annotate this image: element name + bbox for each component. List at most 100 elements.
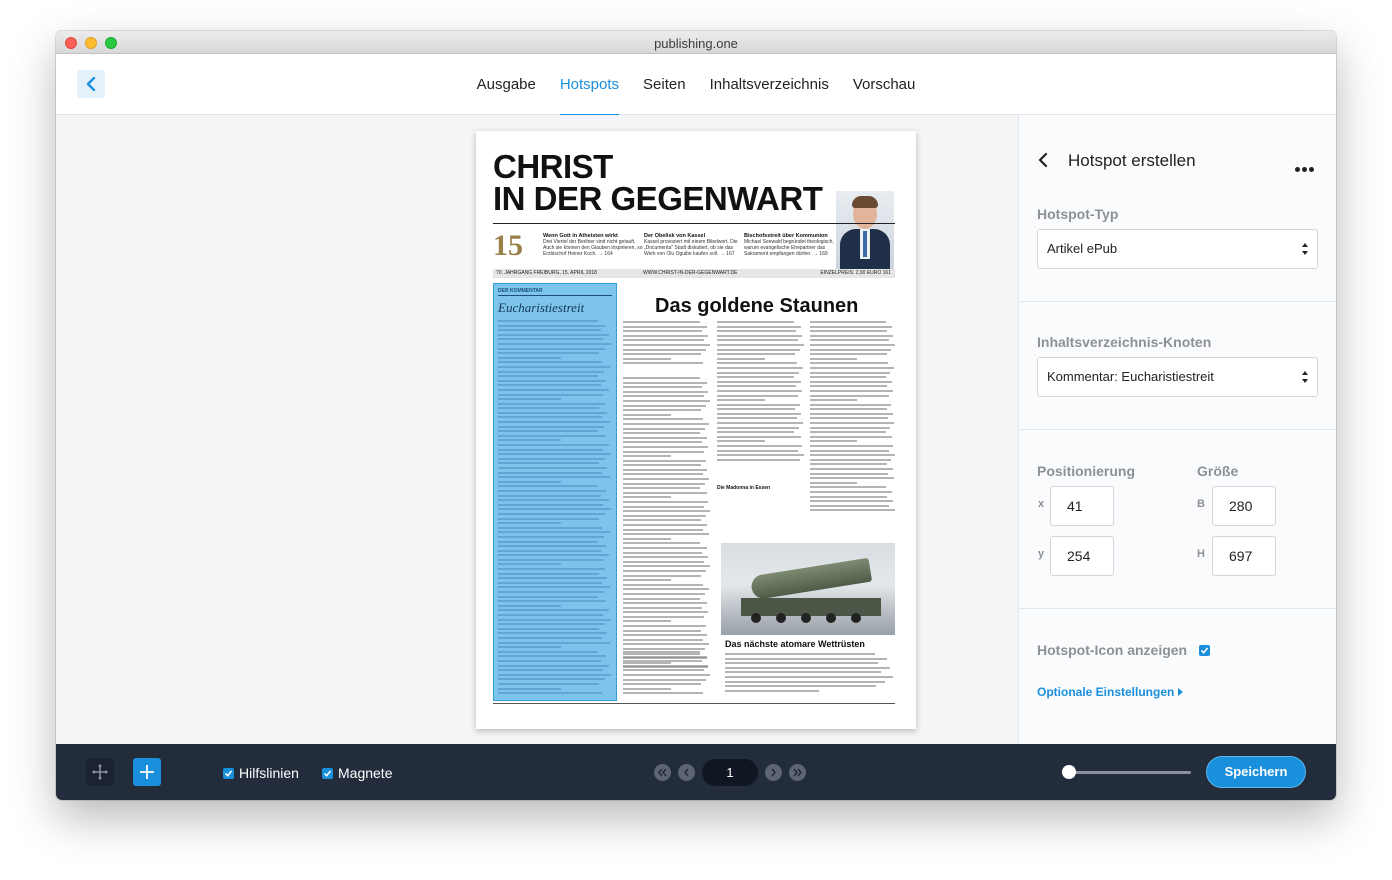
optional-settings-link[interactable]: Optionale Einstellungen — [1037, 685, 1184, 699]
text-line — [717, 403, 800, 406]
text-line — [498, 535, 605, 538]
text-line — [498, 421, 610, 424]
text-line — [623, 524, 708, 526]
last-page-button[interactable] — [789, 764, 806, 781]
text-line — [623, 615, 704, 618]
zoom-slider-handle[interactable] — [1062, 765, 1076, 779]
text-line — [498, 650, 599, 653]
text-line — [498, 646, 561, 649]
magnets-toggle[interactable]: Magnete — [322, 765, 392, 781]
text-line — [717, 394, 798, 397]
size-width-input[interactable]: 280 — [1212, 486, 1276, 526]
caret-right-icon — [1178, 688, 1184, 696]
toc-node-select[interactable]: Kommentar: Eucharistiestreit — [1037, 357, 1318, 397]
tab-ausgabe[interactable]: Ausgabe — [465, 54, 548, 115]
text-line — [623, 441, 703, 444]
text-line — [498, 664, 609, 667]
text-line — [810, 440, 858, 443]
newspaper-page[interactable]: CHRIST IN DER GEGENWART 15 Wenn Gott in … — [476, 131, 916, 729]
article-lead — [623, 321, 711, 373]
show-icon-checkbox[interactable] — [1199, 645, 1210, 656]
text-line — [498, 641, 610, 644]
text-line — [623, 501, 709, 504]
text-line — [623, 357, 672, 360]
chevron-left-icon[interactable] — [1037, 152, 1049, 168]
add-hotspot-button[interactable] — [133, 758, 161, 786]
tab-hotspots[interactable]: Hotspots — [548, 54, 631, 116]
size-height-input[interactable]: 697 — [1212, 536, 1276, 576]
text-line — [623, 487, 701, 490]
text-line — [498, 531, 610, 534]
panel-title: Hotspot erstellen — [1068, 151, 1196, 170]
text-line — [498, 512, 606, 515]
text-line — [717, 449, 798, 452]
position-y-input[interactable]: 254 — [1050, 536, 1114, 576]
next-page-button[interactable] — [765, 764, 782, 781]
top-navigation: Ausgabe Hotspots Seiten Inhaltsverzeichn… — [56, 54, 1336, 116]
b-label: B — [1197, 498, 1205, 510]
text-line — [498, 669, 603, 672]
text-line — [498, 568, 606, 571]
text-line — [498, 591, 605, 594]
guides-checkbox[interactable] — [223, 768, 234, 779]
text-line — [623, 491, 707, 494]
magnets-checkbox[interactable] — [322, 768, 333, 779]
text-line — [498, 476, 610, 479]
text-line — [498, 407, 600, 410]
teaser-3[interactable]: Bischofsstreit über Kommunion Michael Se… — [744, 233, 834, 257]
hotspot-region-kommentar[interactable]: DER KOMMENTAR Eucharistiestreit — [493, 283, 617, 701]
more-options-icon[interactable] — [1295, 159, 1316, 177]
guides-toggle[interactable]: Hilfslinien — [223, 765, 299, 781]
text-line — [717, 321, 795, 323]
page-canvas[interactable]: CHRIST IN DER GEGENWART 15 Wenn Gott in … — [56, 115, 1018, 744]
text-line — [810, 422, 895, 425]
tab-vorschau[interactable]: Vorschau — [841, 54, 928, 115]
previous-page-button[interactable] — [678, 764, 695, 781]
text-line — [623, 673, 711, 676]
h-label: H — [1197, 548, 1205, 560]
text-line — [623, 683, 702, 686]
text-line — [498, 467, 608, 469]
text-line — [623, 629, 702, 632]
text-line — [810, 366, 895, 369]
text-line — [498, 370, 605, 373]
photo-caption: Das nächste atomare Wettrüsten — [725, 639, 865, 649]
text-line — [810, 454, 896, 457]
magnets-label: Magnete — [338, 765, 393, 781]
text-line — [623, 377, 701, 379]
text-line — [498, 416, 602, 419]
position-x-input[interactable]: 41 — [1050, 486, 1114, 526]
tab-seiten[interactable]: Seiten — [631, 54, 698, 115]
text-line — [623, 606, 703, 609]
text-line — [498, 365, 610, 368]
text-line — [498, 673, 611, 676]
text-line — [717, 435, 801, 438]
app-window: publishing.one Ausgabe Hotspots Seiten I… — [56, 31, 1336, 800]
teaser-2[interactable]: Der Obelisk von Kassel Kassel provoziert… — [644, 233, 744, 257]
teaser-1-text: Drei Viertel der Berliner sind nicht get… — [543, 239, 643, 257]
move-tool-button[interactable] — [86, 758, 114, 786]
first-page-button[interactable] — [654, 764, 671, 781]
text-line — [623, 638, 704, 641]
text-line — [498, 577, 608, 580]
tab-inhaltsverzeichnis[interactable]: Inhaltsverzeichnis — [698, 54, 841, 115]
text-line — [623, 395, 704, 398]
text-line — [810, 399, 858, 402]
zoom-slider-track[interactable] — [1068, 771, 1191, 774]
teaser-1[interactable]: Wenn Gott in Atheisten wirkt Drei Vierte… — [543, 233, 643, 257]
text-line — [623, 432, 701, 435]
save-button[interactable]: Speichern — [1206, 756, 1306, 788]
text-line — [498, 329, 601, 332]
text-line — [498, 494, 601, 497]
checkmark-icon — [1200, 647, 1209, 654]
text-line — [498, 453, 611, 456]
hotspot-type-select[interactable]: Artikel ePub — [1037, 229, 1318, 269]
text-line — [810, 403, 891, 406]
page-number-input[interactable]: 1 — [702, 759, 758, 786]
text-line — [498, 430, 599, 433]
news-photo — [721, 543, 895, 635]
text-line — [810, 426, 890, 429]
text-line — [725, 689, 819, 692]
text-line — [498, 503, 603, 506]
text-line — [717, 399, 766, 402]
